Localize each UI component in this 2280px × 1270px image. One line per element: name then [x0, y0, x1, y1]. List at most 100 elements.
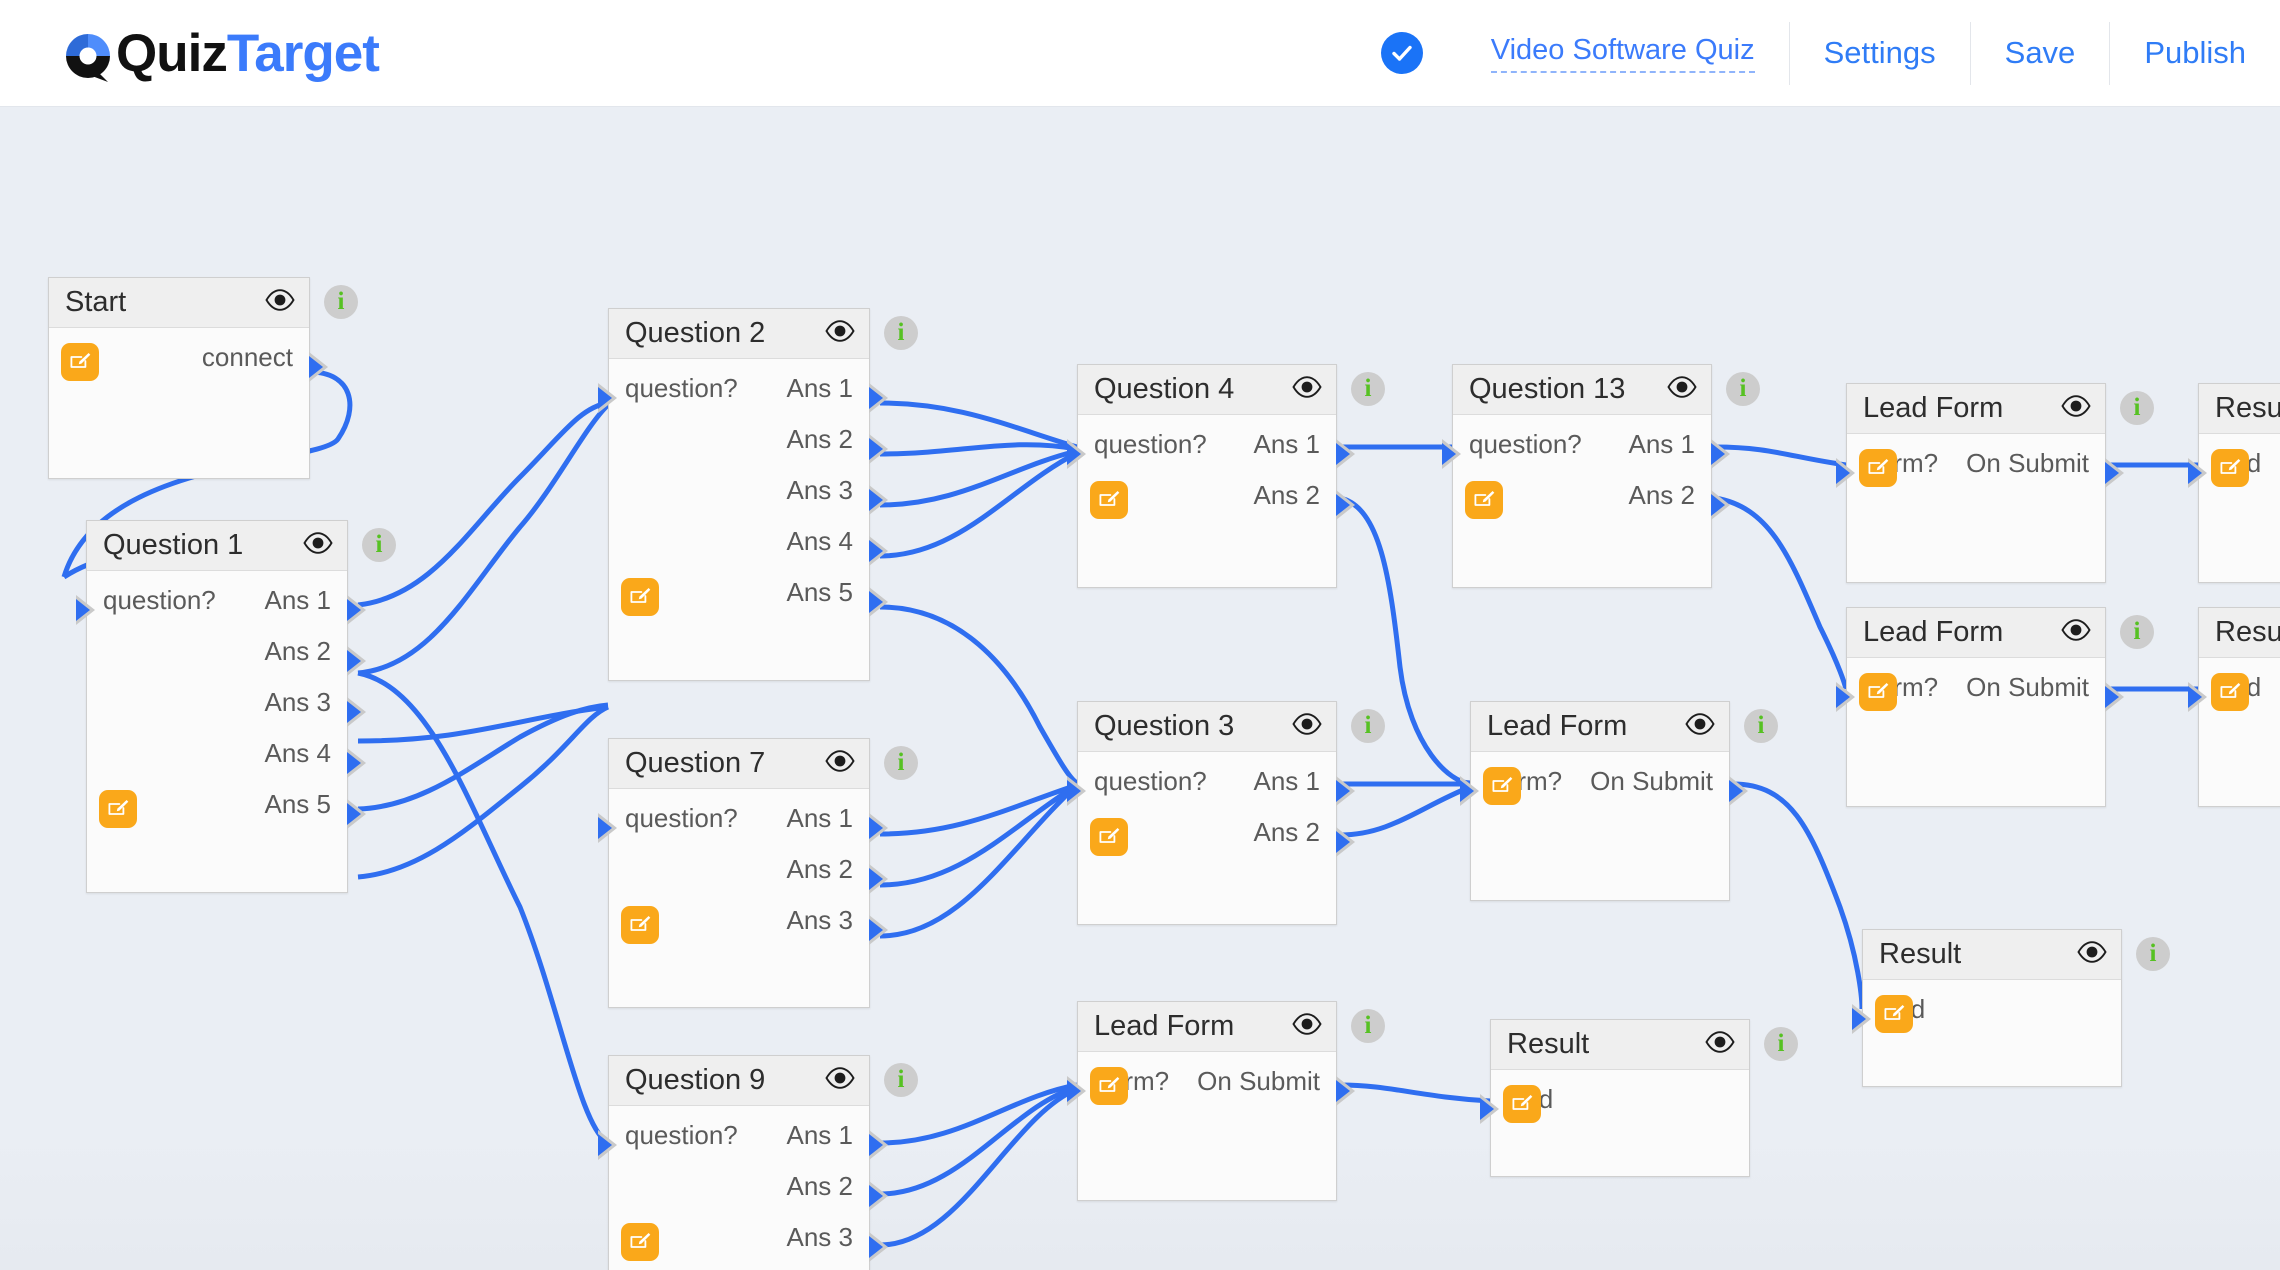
settings-button[interactable]: Settings [1790, 0, 1970, 107]
flow-edge[interactable] [1339, 1082, 1491, 1104]
flow-canvas[interactable]: Start connect i Question 1 question? Ans 1 Ans… [0, 107, 2280, 1270]
node-output-port[interactable] [2105, 682, 2124, 712]
flow-node[interactable]: Result End [1480, 1019, 1750, 1177]
flow-node[interactable]: Result End [2188, 607, 2280, 807]
eye-icon[interactable] [2077, 941, 2107, 968]
node-output-port[interactable] [869, 485, 888, 515]
flow-node[interactable]: Question 7 question? Ans 1 Ans 2 Ans 3 [598, 738, 888, 1008]
eye-icon[interactable] [2061, 395, 2091, 422]
node-output-port[interactable] [869, 587, 888, 617]
edit-node-button[interactable] [99, 790, 137, 828]
flow-node[interactable]: Question 4 question? Ans 1 Ans 2 [1067, 364, 1355, 588]
info-badge[interactable]: i [884, 316, 918, 350]
flow-edge[interactable] [879, 442, 1078, 457]
node-output-port[interactable] [1336, 776, 1355, 806]
node-output-port[interactable] [347, 595, 366, 625]
node-output-port[interactable] [1711, 490, 1730, 520]
info-badge[interactable]: i [1351, 372, 1385, 406]
node-output-port[interactable] [347, 646, 366, 676]
info-badge[interactable]: i [1764, 1027, 1798, 1061]
node-input-port[interactable] [1852, 1004, 1871, 1034]
node-input-port[interactable] [2188, 458, 2207, 488]
edit-node-button[interactable] [1465, 481, 1503, 519]
node-output-port[interactable] [2105, 458, 2124, 488]
eye-icon[interactable] [1705, 1031, 1735, 1058]
check-circle-icon[interactable] [1380, 32, 1423, 74]
node-input-port[interactable] [1836, 682, 1855, 712]
flow-node[interactable]: Result End [2188, 383, 2280, 583]
edit-node-button[interactable] [1503, 1085, 1541, 1123]
node-input-port[interactable] [598, 383, 617, 413]
node-output-port[interactable] [1336, 827, 1355, 857]
edit-node-button[interactable] [1859, 673, 1897, 711]
edit-node-button[interactable] [1859, 449, 1897, 487]
info-badge[interactable]: i [884, 1063, 918, 1097]
eye-icon[interactable] [303, 532, 333, 559]
node-output-port[interactable] [869, 915, 888, 945]
node-input-port[interactable] [2188, 682, 2207, 712]
flow-edge[interactable] [879, 1086, 1078, 1248]
node-output-port[interactable] [1336, 1076, 1355, 1106]
node-output-port[interactable] [869, 1181, 888, 1211]
info-badge[interactable]: i [362, 528, 396, 562]
node-output-port[interactable] [869, 864, 888, 894]
info-badge[interactable]: i [1351, 709, 1385, 743]
eye-icon[interactable] [1685, 713, 1715, 740]
edit-node-button[interactable] [1483, 767, 1521, 805]
app-logo[interactable]: Quiz Target [62, 23, 380, 84]
node-input-port[interactable] [1460, 776, 1479, 806]
flow-node[interactable]: Lead Form Form? On Submit [1067, 1001, 1355, 1201]
info-badge[interactable]: i [2120, 615, 2154, 649]
flow-edge[interactable] [357, 670, 610, 1146]
node-output-port[interactable] [869, 813, 888, 843]
flow-node[interactable]: Lead Form Form? On Submit [1460, 701, 1748, 901]
node-output-port[interactable] [869, 434, 888, 464]
flow-edge[interactable] [1732, 781, 1865, 1010]
node-output-port[interactable] [1336, 439, 1355, 469]
flow-node[interactable]: Question 13 question? Ans 1 Ans 2 [1442, 364, 1730, 588]
eye-icon[interactable] [2061, 619, 2091, 646]
node-output-port[interactable] [869, 1232, 888, 1262]
node-input-port[interactable] [1067, 439, 1086, 469]
eye-icon[interactable] [825, 320, 855, 347]
publish-button[interactable]: Publish [2110, 0, 2280, 107]
node-input-port[interactable] [76, 595, 95, 625]
flow-edge[interactable] [879, 400, 1078, 450]
eye-icon[interactable] [1667, 376, 1697, 403]
save-button[interactable]: Save [1971, 0, 2110, 107]
info-badge[interactable]: i [2120, 391, 2154, 425]
info-badge[interactable]: i [2136, 937, 2170, 971]
node-output-port[interactable] [1729, 776, 1748, 806]
eye-icon[interactable] [1292, 376, 1322, 403]
node-output-port[interactable] [869, 536, 888, 566]
edit-node-button[interactable] [1090, 818, 1128, 856]
flow-node[interactable]: Start connect [48, 277, 328, 479]
node-input-port[interactable] [1067, 1076, 1086, 1106]
node-input-port[interactable] [1067, 776, 1086, 806]
edit-node-button[interactable] [61, 343, 99, 381]
flow-node[interactable]: Lead Form Form? On Submit [1836, 607, 2124, 807]
edit-node-button[interactable] [1090, 1067, 1128, 1105]
info-badge[interactable]: i [1726, 372, 1760, 406]
node-output-port[interactable] [1711, 439, 1730, 469]
node-output-port[interactable] [1336, 490, 1355, 520]
node-output-port[interactable] [869, 383, 888, 413]
edit-node-button[interactable] [1875, 995, 1913, 1033]
flow-node[interactable]: Question 2 question? Ans 1 Ans 2 Ans 3 Ans 4 A… [598, 308, 888, 681]
flow-node[interactable]: Result End [1852, 929, 2122, 1087]
node-output-port[interactable] [309, 352, 328, 382]
info-badge[interactable]: i [1351, 1009, 1385, 1043]
eye-icon[interactable] [1292, 1013, 1322, 1040]
info-badge[interactable]: i [884, 746, 918, 780]
node-output-port[interactable] [347, 748, 366, 778]
eye-icon[interactable] [1292, 713, 1322, 740]
flow-edge[interactable] [1714, 495, 1849, 690]
eye-icon[interactable] [265, 289, 295, 316]
quiz-title-text[interactable]: Video Software Quiz [1490, 34, 1755, 73]
node-input-port[interactable] [1442, 439, 1461, 469]
flow-edge[interactable] [357, 704, 610, 880]
node-input-port[interactable] [1480, 1094, 1499, 1124]
node-input-port[interactable] [1836, 458, 1855, 488]
flow-edge[interactable] [879, 448, 1078, 508]
flow-node[interactable]: Question 9 question? Ans 1 Ans 2 Ans 3 [598, 1055, 888, 1270]
